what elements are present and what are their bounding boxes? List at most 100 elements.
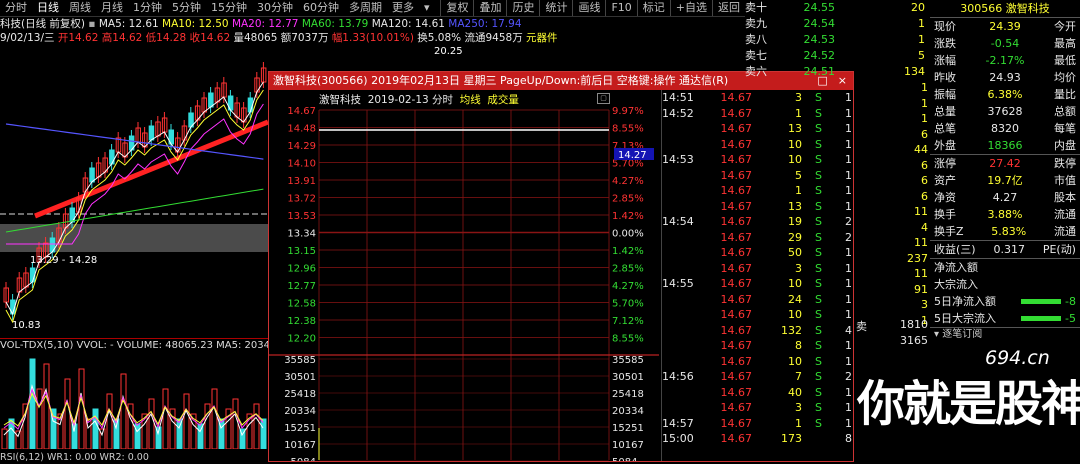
tab-daily[interactable]: 日线 — [32, 0, 64, 16]
pct-axis-label: 4.27% — [612, 176, 644, 187]
add-watchlist-button[interactable]: +自选 — [669, 0, 712, 16]
settings-icon[interactable]: ▪ — [88, 18, 98, 30]
trade-volume: 5 — [795, 168, 802, 182]
mark-button[interactable]: 标记 — [636, 0, 670, 16]
side-volume: 6 — [921, 189, 928, 203]
pct-axis-label: 8.55% — [612, 334, 644, 345]
side-volume: 11 — [914, 205, 928, 218]
tab-30min[interactable]: 30分钟 — [252, 0, 298, 16]
quote-value: 27.42 — [989, 157, 1021, 170]
trade-time — [662, 183, 712, 199]
trade-volume: 1 — [795, 416, 802, 430]
trade-side: S — [815, 137, 822, 151]
trade-time — [662, 121, 712, 137]
f10-button[interactable]: F10 — [605, 0, 636, 16]
flow-label: 5日净流入额 — [934, 295, 996, 308]
expand-icon: ▾ — [934, 329, 943, 340]
tab-5min[interactable]: 5分钟 — [167, 0, 206, 16]
quote-value: -2.17% — [985, 54, 1025, 67]
volume-bar — [64, 378, 71, 450]
price-axis-label: 14.48 — [287, 124, 316, 135]
trade-price: 14.67 — [720, 385, 753, 399]
quote-row: 昨收 24.93 均价 — [930, 69, 1080, 86]
overlay-button[interactable]: 叠加 — [473, 0, 506, 16]
trade-count: 1 — [845, 199, 852, 213]
quote-value: -0.54 — [990, 37, 1020, 50]
trade-side: S — [815, 153, 822, 166]
tab-intraday[interactable]: 分时 — [0, 0, 32, 16]
trade-count: 1 — [845, 91, 852, 104]
volume-bar — [204, 403, 211, 450]
volume-bar — [36, 388, 43, 450]
trade-price: 14.67 — [720, 137, 753, 151]
pct-axis-label: 9.97% — [612, 106, 644, 117]
tab-more[interactable]: 更多 — [387, 0, 419, 16]
trade-time — [662, 137, 712, 153]
ma20-value: MA20: 12.77 — [231, 18, 299, 30]
ma5-value: MA5: 12.61 — [98, 18, 159, 30]
bar-float: 流通9458万 — [464, 32, 523, 44]
trade-row: 14.67 29 S 2 — [662, 230, 854, 246]
volume-bar — [260, 418, 267, 450]
trade-volume: 3 — [795, 261, 802, 275]
trade-row: 15:00 14.67 173 8 — [662, 431, 854, 447]
trade-side: S — [815, 261, 822, 275]
trade-list[interactable]: 14:51 14.67 3 S 1 14:52 14.67 1 S 1 14.67 13 S 1 14.67… — [661, 90, 854, 461]
quote-label-right: 总额 — [1054, 105, 1076, 118]
ma5-line — [5, 81, 264, 316]
history-button[interactable]: 历史 — [506, 0, 539, 16]
trade-row: 14.67 3 S 1 — [662, 400, 854, 416]
quote-label-right: PE(动) — [1042, 243, 1076, 256]
quote-value: 5.83% — [991, 225, 1027, 238]
trade-time — [662, 168, 712, 184]
tick-subscribe-label[interactable]: ▾ 逐笔订阅 — [930, 327, 1080, 342]
pct-axis-label: 7.12% — [612, 316, 644, 327]
tab-1min[interactable]: 1分钟 — [128, 0, 167, 16]
tab-15min[interactable]: 15分钟 — [206, 0, 252, 16]
price-axis-label: 12.58 — [287, 299, 316, 310]
tab-weekly[interactable]: 周线 — [64, 0, 96, 16]
quote-label-right: 均价 — [1054, 71, 1076, 84]
intraday-popup-window[interactable]: 激智科技(300566) 2019年02月13日 星期三 PageUp/Down… — [268, 71, 854, 462]
trade-count: 1 — [845, 122, 852, 135]
trade-row: 14:53 14.67 10 S 1 — [662, 152, 854, 168]
current-price-label: 14.27 — [618, 150, 647, 161]
trade-row: 14:56 14.67 7 S 2 — [662, 369, 854, 385]
trade-row: 14.67 24 S 1 — [662, 292, 854, 308]
candlestick-chart[interactable]: 13.29 - 14.28 10.83 — [0, 44, 268, 338]
quote-label: 净资 — [934, 191, 956, 204]
tab-multi-period[interactable]: 多周期 — [344, 0, 387, 16]
orderbook-price: 24.55 — [803, 1, 836, 14]
trade-row: 14.67 10 S 1 — [662, 354, 854, 370]
orderbook-price: 24.53 — [803, 33, 836, 46]
stats-button[interactable]: 统计 — [539, 0, 572, 16]
quote-label: 资产 — [934, 174, 956, 187]
trade-side: S — [815, 339, 822, 352]
trade-row: 14.67 8 S 1 — [662, 338, 854, 354]
vol-axis-label: 20334 — [284, 406, 316, 417]
trade-time — [662, 323, 712, 339]
draw-line-button[interactable]: 画线 — [572, 0, 605, 16]
quote-value: 0.317 — [993, 243, 1025, 256]
back-button[interactable]: 返回 — [712, 0, 745, 16]
trade-side: S — [815, 416, 822, 430]
quote-label: 现价 — [934, 20, 956, 33]
price-axis-label: 13.91 — [287, 176, 316, 187]
trade-time: 14:52 — [662, 106, 694, 120]
tab-60min[interactable]: 60分钟 — [298, 0, 344, 16]
trade-volume: 3 — [795, 401, 802, 414]
side-volume: 11 — [914, 236, 928, 249]
volume-bar — [232, 398, 239, 450]
low-label: 10.83 — [12, 320, 41, 331]
trade-side: S — [815, 91, 822, 104]
order-book: 卖十 24.55 20 卖九 24.54 1 卖八 24.53 1 卖七 24.52 5 卖六 24.51… — [745, 0, 930, 80]
trade-row: 14.67 50 S 1 — [662, 245, 854, 261]
intraday-grid[interactable]: 14.67 14.48 14.29 14.10 13.91 13.72 13.53 13.34… — [269, 90, 659, 461]
trade-price: 14.67 — [720, 308, 753, 321]
chevron-down-icon[interactable]: ▾ — [419, 0, 435, 16]
quote-label: 总量 — [934, 105, 956, 118]
watermark-small: 694.cn — [985, 347, 1050, 369]
adjust-button[interactable]: 复权 — [440, 0, 473, 16]
tab-monthly[interactable]: 月线 — [96, 0, 128, 16]
volume-header: VOL-TDX(5,10) VVOL: - VOLUME: 48065.23 M… — [0, 338, 270, 351]
